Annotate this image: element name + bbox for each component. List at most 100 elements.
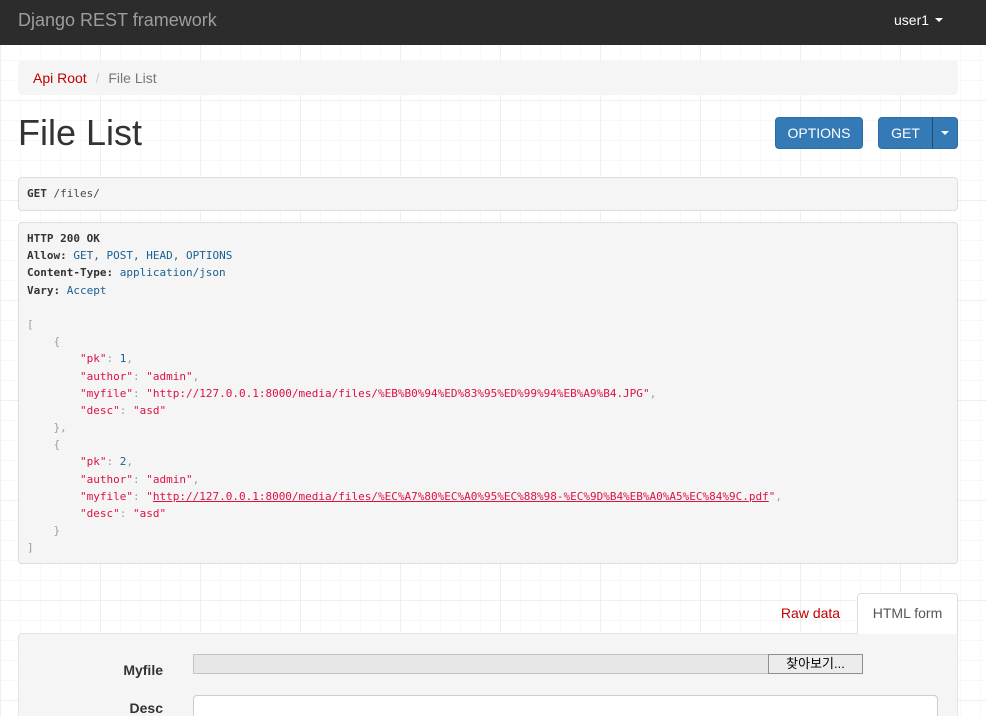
breadcrumb-current: File List: [91, 61, 156, 95]
myfile-label: Myfile: [123, 662, 163, 678]
user-menu[interactable]: user1: [894, 10, 944, 30]
json-colon: :: [106, 455, 114, 469]
json-key: "desc": [79, 507, 120, 520]
json-close-bracket: ]: [27, 541, 34, 555]
options-button[interactable]: OPTIONS: [775, 117, 863, 149]
myfile-input[interactable]: 찾아보기...: [193, 654, 863, 674]
json-colon: :: [106, 352, 114, 366]
response-header-content-type: Content-Type: application/json: [27, 264, 949, 281]
json-array-open: [: [27, 316, 949, 333]
json-string-value: "asd": [132, 507, 167, 520]
json-key-text: author: [86, 369, 127, 383]
json-key: "myfile": [79, 386, 133, 400]
json-key-text: desc: [86, 403, 114, 417]
json-object-open: {: [27, 436, 949, 453]
response-status-line: HTTP 200 OK: [27, 230, 949, 247]
json-colon: :: [132, 369, 140, 383]
request-path: /files/: [53, 187, 100, 200]
json-colon: :: [132, 386, 140, 400]
brand-link[interactable]: Django REST framework: [18, 9, 217, 31]
json-field-author: "author": "admin",: [27, 368, 949, 385]
json-object-open: {: [27, 333, 949, 350]
json-open-brace: {: [53, 438, 61, 452]
json-colon: :: [119, 403, 127, 417]
breadcrumb-item-api-root: Api Root: [33, 61, 87, 95]
myfile-filename-field[interactable]: [193, 654, 769, 674]
json-comma: ,: [775, 489, 783, 503]
json-comma: ,: [192, 369, 200, 383]
json-key-text: pk: [86, 455, 100, 469]
json-string-value: "http://127.0.0.1:8000/media/files/%EC%A…: [146, 489, 776, 503]
json-string-text: admin: [152, 472, 186, 486]
request-method: GET: [27, 187, 47, 200]
response-body: [ { "pk": 1, "author": "admin", "myfile"…: [27, 316, 949, 557]
caret-down-icon: [935, 18, 944, 23]
json-open-brace: {: [53, 335, 61, 349]
json-object-close: }: [27, 522, 949, 539]
header-name: Content-Type:: [27, 266, 114, 280]
myfile-browse-button[interactable]: 찾아보기...: [768, 654, 863, 674]
json-open-bracket: [: [27, 317, 34, 331]
json-key: "pk": [79, 455, 107, 469]
json-string-value: "admin": [146, 472, 193, 486]
json-key-text: author: [86, 472, 127, 486]
json-key: "author": [79, 472, 133, 486]
json-comma: ,: [126, 455, 133, 469]
get-button-group: GET: [878, 117, 958, 149]
response-header-vary: Vary: Accept: [27, 282, 949, 299]
get-button[interactable]: GET: [878, 117, 933, 149]
header-name: Vary:: [27, 283, 61, 297]
json-field-author: "author": "admin",: [27, 471, 949, 488]
tab-raw-data[interactable]: Raw data: [766, 593, 855, 634]
header-name: Allow:: [27, 249, 67, 263]
json-field-myfile: "myfile": "http://127.0.0.1:8000/media/f…: [27, 385, 949, 402]
json-field-desc: "desc": "asd": [27, 505, 949, 522]
request-info: GET /files/: [18, 177, 958, 211]
json-url-link[interactable]: http://127.0.0.1:8000/media/files/%EC%A7…: [153, 490, 769, 503]
json-key: "myfile": [79, 489, 133, 503]
header-value: application/json: [119, 266, 226, 280]
json-colon: :: [132, 472, 140, 486]
desc-label: Desc: [129, 700, 163, 716]
json-string-text: asd: [139, 507, 160, 520]
html-form-panel: Myfile 찾아보기... Desc: [18, 633, 958, 716]
json-key: "desc": [79, 403, 120, 417]
json-key: "pk": [79, 352, 107, 366]
json-comma: ,: [126, 352, 133, 366]
json-field-pk: "pk": 1,: [27, 350, 949, 367]
json-key-text: myfile: [86, 386, 127, 400]
json-key-text: pk: [86, 352, 100, 366]
json-key-text: myfile: [86, 489, 127, 503]
json-array-close: ]: [27, 539, 949, 556]
json-string-value: "asd": [132, 403, 167, 417]
json-comma: ,: [60, 421, 67, 435]
json-comma: ,: [192, 472, 200, 486]
get-format-dropdown-button[interactable]: [932, 117, 958, 149]
json-close-brace: }: [53, 524, 61, 538]
json-string-value: "admin": [146, 369, 193, 383]
json-field-pk: "pk": 2,: [27, 453, 949, 470]
breadcrumb: Api Root File List: [18, 61, 958, 95]
json-string-text: admin: [152, 369, 186, 383]
header-value: GET, POST, HEAD, OPTIONS: [73, 249, 233, 263]
response-header-allow: Allow: GET, POST, HEAD, OPTIONS: [27, 247, 949, 264]
page-title: File List: [18, 112, 143, 153]
json-field-desc: "desc": "asd": [27, 402, 949, 419]
json-field-myfile: "myfile": "http://127.0.0.1:8000/media/f…: [27, 488, 949, 505]
json-key: "author": [79, 369, 133, 383]
header-value: Accept: [66, 283, 107, 297]
json-string-value: "http://127.0.0.1:8000/media/files/%EB%B…: [146, 386, 650, 400]
json-comma: ,: [649, 386, 657, 400]
response-info: HTTP 200 OK Allow: GET, POST, HEAD, OPTI…: [18, 222, 958, 564]
json-colon: :: [119, 507, 127, 520]
json-string-text: asd: [139, 403, 160, 417]
response-status: HTTP 200 OK: [27, 232, 100, 245]
desc-input[interactable]: [193, 695, 938, 716]
json-key-text: desc: [86, 507, 114, 520]
caret-down-icon: [941, 131, 949, 136]
tab-html-form[interactable]: HTML form: [857, 593, 958, 634]
breadcrumb-api-root-link[interactable]: Api Root: [33, 70, 87, 86]
json-object-close: },: [27, 419, 949, 436]
json-string-text: http://127.0.0.1:8000/media/files/%EB%B0…: [152, 386, 643, 400]
